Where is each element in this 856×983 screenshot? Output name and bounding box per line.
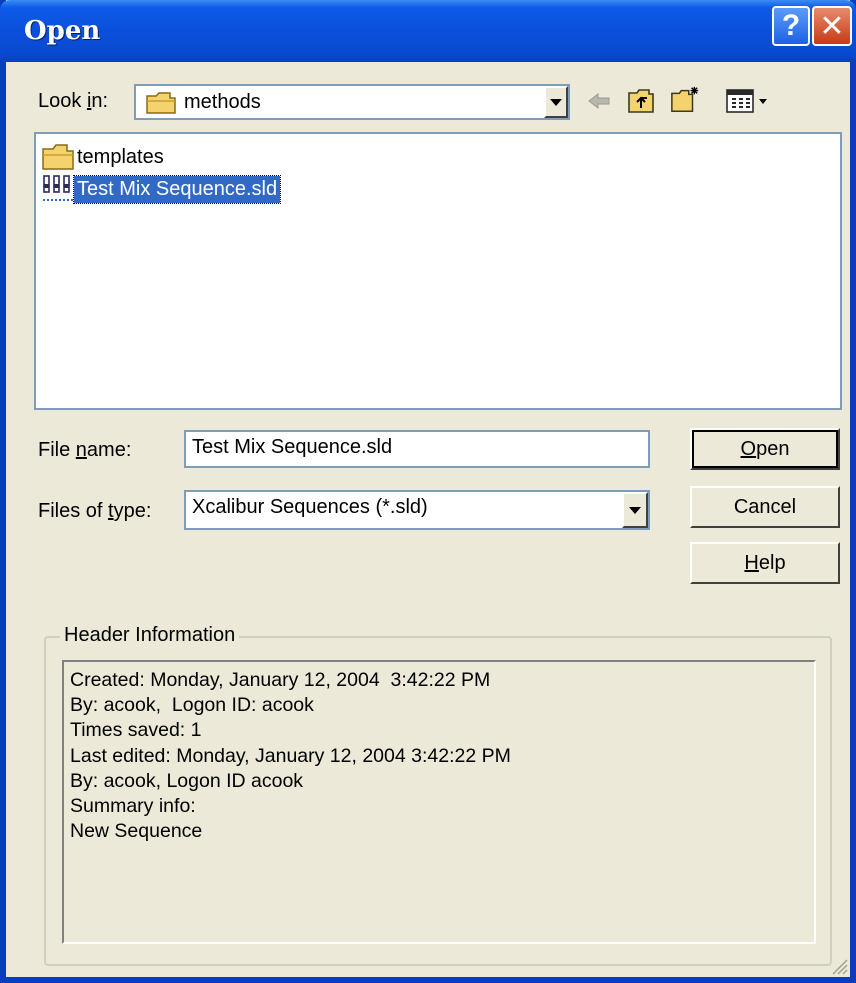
- file-name: templates: [77, 145, 164, 168]
- header-info-panel: Created: Monday, January 12, 2004 3:42:2…: [62, 660, 816, 944]
- info-last-edited: Last edited: Monday, January 12, 2004 3:…: [70, 744, 511, 767]
- info-created: Created: Monday, January 12, 2004 3:42:2…: [70, 669, 491, 691]
- lookin-combobox[interactable]: methods: [134, 84, 570, 120]
- cancel-button-label: Cancel: [733, 495, 797, 518]
- open-button-key: O: [740, 437, 757, 460]
- close-button[interactable]: ✕: [812, 6, 852, 46]
- help-button-label: elp: [758, 551, 786, 574]
- info-edited-by: By: acook, Logon ID acook: [70, 769, 304, 792]
- file-list[interactable]: templates Test Mix Sequence.sld: [34, 132, 842, 410]
- lookin-label: Look in:: [38, 90, 109, 112]
- file-name: Test Mix Sequence.sld: [72, 174, 282, 204]
- title-bar[interactable]: Open ? ✕: [0, 0, 856, 62]
- folder-icon: [146, 92, 176, 114]
- folder-icon: [42, 144, 74, 170]
- back-button[interactable]: [584, 86, 614, 116]
- view-menu-icon: [726, 89, 767, 113]
- view-menu-button[interactable]: [724, 86, 772, 116]
- list-item-test-mix-sequence[interactable]: Test Mix Sequence.sld: [42, 174, 282, 204]
- filetype-dropdown-button[interactable]: [622, 492, 648, 528]
- open-button-label: pen: [756, 437, 790, 460]
- info-summary-value: New Sequence: [70, 820, 203, 843]
- open-button[interactable]: Open: [690, 428, 840, 470]
- open-dialog: Open ? ✕ Look in: methods templates Test…: [0, 0, 856, 983]
- help-button[interactable]: ?: [772, 6, 810, 46]
- cancel-button[interactable]: Cancel: [690, 486, 840, 528]
- filetype-combobox[interactable]: Xcalibur Sequences (*.sld): [184, 490, 650, 530]
- help-button-key: H: [744, 551, 759, 574]
- create-new-folder-button[interactable]: [670, 84, 700, 114]
- up-one-level-icon: [628, 89, 654, 113]
- lookin-value: methods: [184, 91, 261, 113]
- info-created-by: By: acook, Logon ID: acook: [70, 694, 314, 717]
- filetype-label: Files of type:: [38, 500, 152, 522]
- back-arrow-icon: [588, 92, 610, 110]
- chevron-down-icon: [550, 98, 562, 106]
- chevron-down-icon: [629, 506, 641, 514]
- dialog-title: Open: [24, 16, 101, 46]
- list-item-templates[interactable]: templates: [42, 142, 167, 172]
- up-one-level-button[interactable]: [626, 86, 656, 116]
- sequence-file-icon: [43, 175, 73, 201]
- question-mark-icon: ?: [781, 9, 801, 42]
- help-dialog-button[interactable]: Help: [690, 542, 840, 584]
- filename-input[interactable]: Test Mix Sequence.sld: [184, 430, 650, 468]
- filename-label: File name:: [38, 439, 132, 461]
- info-summary-label: Summary info:: [70, 795, 196, 818]
- lookin-dropdown-button[interactable]: [544, 86, 568, 118]
- header-info-title: Header Information: [60, 624, 240, 647]
- resize-grip-icon[interactable]: [830, 957, 848, 975]
- close-x-icon: ✕: [819, 9, 845, 43]
- info-times-saved: Times saved: 1: [70, 719, 202, 742]
- new-folder-icon: [671, 86, 699, 112]
- filetype-value: Xcalibur Sequences (*.sld): [192, 496, 428, 518]
